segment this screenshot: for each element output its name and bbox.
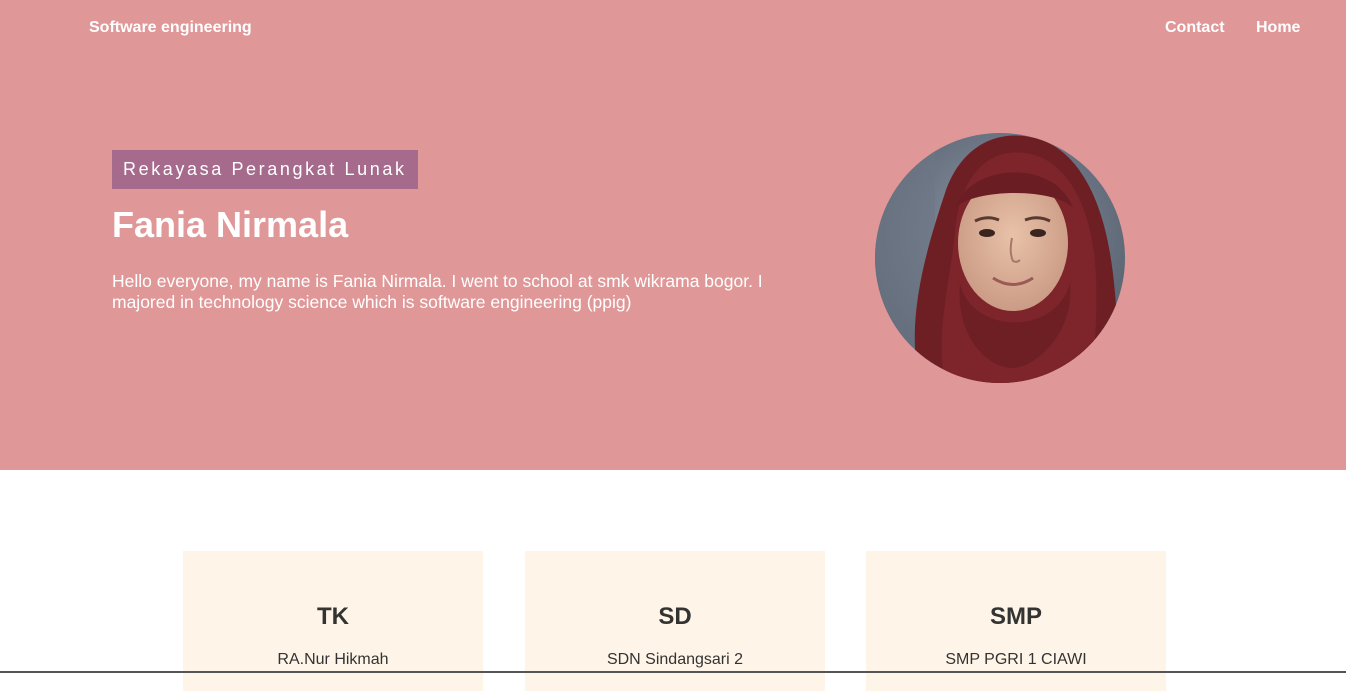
card-title: SMP — [989, 603, 1042, 630]
nav-link-contact[interactable]: Contact — [1165, 19, 1225, 37]
card-school: SDN Sindangsari 2 — [606, 651, 744, 668]
education-card-tk: TK RA.Nur Hikmah — [183, 551, 483, 691]
profile-name: Fania Nirmala — [112, 204, 349, 245]
brand-link[interactable]: Software engineering — [89, 19, 252, 37]
profile-photo — [875, 133, 1125, 383]
nav-link-home[interactable]: Home — [1256, 19, 1300, 37]
navbar: Software engineering Contact Home — [0, 0, 1346, 58]
card-school: RA.Nur Hikmah — [277, 651, 389, 668]
card-school: SMP PGRI 1 CIAWI — [945, 651, 1087, 668]
intro-text: Hello everyone, my name is Fania Nirmala… — [112, 271, 763, 312]
card-title: TK — [317, 603, 349, 630]
card-title: SD — [658, 603, 692, 630]
hero-section: Software engineering Contact Home Rekaya… — [0, 0, 1346, 470]
education-card-smp: SMP SMP PGRI 1 CIAWI — [866, 551, 1166, 691]
profile-photo-image — [875, 133, 1125, 383]
major-badge: Rekayasa Perangkat Lunak — [112, 150, 418, 189]
education-card-sd: SD SDN Sindangsari 2 — [525, 551, 825, 691]
